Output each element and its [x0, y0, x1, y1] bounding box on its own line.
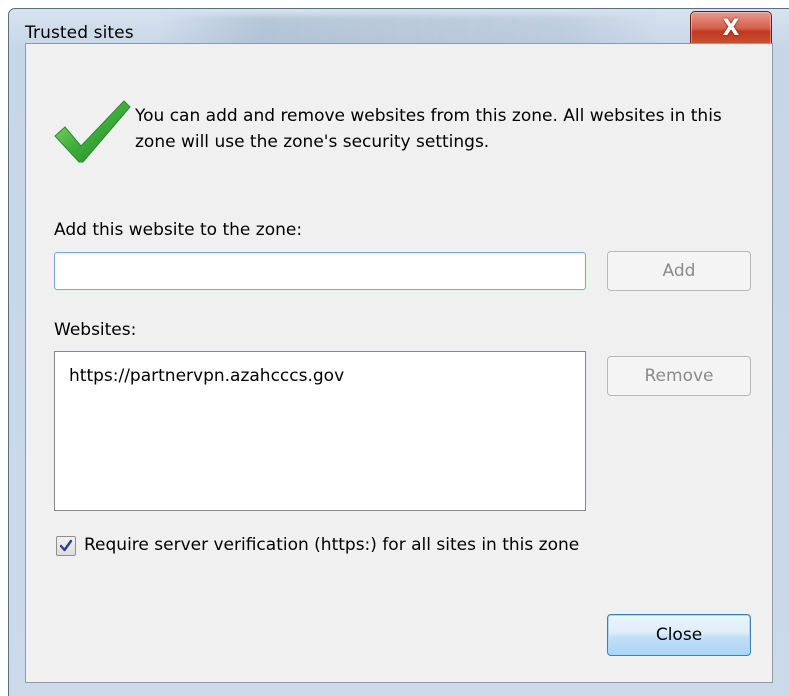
list-item[interactable]: https://partnervpn.azahcccs.gov	[69, 366, 344, 386]
close-button[interactable]: Close	[607, 614, 751, 656]
close-icon: X	[722, 16, 740, 41]
zone-description: You can add and remove websites from thi…	[135, 106, 722, 152]
websites-list[interactable]: https://partnervpn.azahcccs.gov	[54, 351, 586, 511]
require-verification-label[interactable]: Require server verification (https:) for…	[84, 535, 579, 555]
websites-label: Websites:	[54, 320, 137, 340]
screenshot-stage: Trusted sites X You can add and remove w…	[0, 0, 789, 696]
require-verification-checkbox[interactable]	[56, 536, 76, 556]
website-input[interactable]	[54, 252, 586, 290]
checkbox-check-icon	[59, 539, 73, 552]
window-title: Trusted sites	[25, 23, 134, 43]
remove-button[interactable]: Remove	[607, 356, 751, 396]
add-button[interactable]: Add	[607, 251, 751, 291]
checkmark-icon	[54, 100, 131, 163]
add-website-label: Add this website to the zone:	[54, 220, 303, 240]
